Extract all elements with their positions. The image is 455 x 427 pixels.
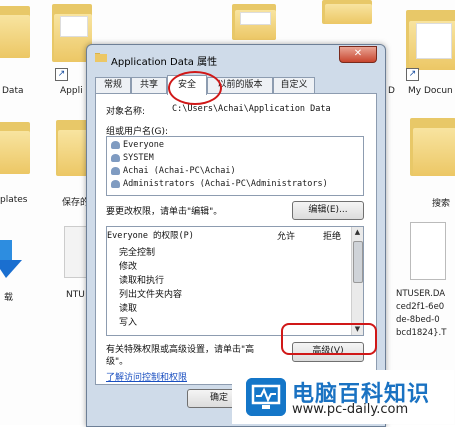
scroll-thumb[interactable]: [353, 241, 363, 283]
deny-header: 拒绝: [323, 232, 342, 242]
folder-icon[interactable]: [0, 6, 30, 58]
desktop-label-appli: Appli: [60, 86, 83, 96]
permission-row: 读取: [119, 304, 138, 314]
desktop-label-sousuo: 搜索: [432, 199, 451, 209]
desktop-label-plates: plates: [0, 195, 28, 205]
special-permissions-text-2: 级"。: [106, 357, 129, 367]
desktop-label-baocun: 保存的: [62, 198, 90, 208]
tab-customize[interactable]: 自定义: [273, 77, 315, 93]
list-item[interactable]: SYSTEM: [111, 153, 154, 163]
download-arrow-icon[interactable]: [0, 240, 26, 280]
shortcut-arrow-icon: ↗: [55, 68, 68, 81]
user-icon: [111, 166, 120, 175]
folder-icon[interactable]: [322, 0, 372, 24]
object-name-label: 对象名称:: [106, 107, 146, 117]
change-permissions-text: 要更改权限，请单击"编辑"。: [106, 207, 223, 217]
edit-button[interactable]: 编辑(E)...: [292, 201, 364, 220]
users-listbox[interactable]: Everyone SYSTEM Achai (Achai-PC\Achai) A…: [106, 136, 364, 196]
user-group-icon: [111, 140, 120, 149]
permission-row: 列出文件夹内容: [119, 290, 183, 300]
folder-icon[interactable]: [56, 120, 88, 176]
shortcut-arrow-icon: ↗: [406, 68, 419, 81]
dialog-title: Application Data 属性: [111, 57, 218, 68]
folder-icon[interactable]: [232, 4, 276, 40]
desktop-label-ntuser-file: NTUSER.DA ced2f1-6e0 de-8bed-0 bcd1824}.…: [396, 289, 447, 338]
desktop: Data plates 载 ↗ Appli 保存的 NTU ↗ D My Doc…: [0, 0, 455, 427]
folder-small-icon: [95, 53, 107, 62]
user-group-icon: [111, 153, 120, 162]
folder-icon[interactable]: [406, 10, 455, 70]
object-name-value: C:\Users\Achai\Application Data: [172, 104, 331, 114]
allow-header: 允许: [277, 232, 296, 242]
permission-row: 完全控制: [119, 248, 156, 258]
permissions-header: Everyone 的权限(P): [107, 231, 194, 241]
folder-icon[interactable]: [0, 122, 30, 174]
permission-row: 读取和执行: [119, 276, 165, 286]
permission-row: 写入: [119, 318, 138, 328]
advanced-highlight-box: [281, 323, 377, 355]
tab-sharing[interactable]: 共享: [131, 77, 167, 93]
desktop-label-my-documents: My Docun: [408, 86, 453, 96]
list-item[interactable]: Everyone: [111, 140, 164, 150]
permissions-scrollbar[interactable]: ▲ ▼: [351, 227, 363, 335]
permission-row: 修改: [119, 262, 138, 272]
pc-daily-logo-icon: [246, 378, 286, 416]
tab-highlight-circle: [168, 71, 222, 105]
desktop-label-d: D: [388, 86, 395, 96]
desktop-label-zai: 载: [4, 293, 14, 303]
list-item[interactable]: Achai (Achai-PC\Achai): [111, 166, 236, 176]
user-group-icon: [111, 179, 120, 188]
learn-access-control-link[interactable]: 了解访问控制和权限: [106, 370, 187, 383]
special-permissions-text-1: 有关特殊权限或高级设置，请单击"高: [106, 345, 255, 355]
watermark-url: www.pc-daily.com: [292, 402, 409, 417]
file-icon[interactable]: [410, 222, 446, 280]
close-button[interactable]: ✕: [339, 46, 377, 63]
dialog-titlebar[interactable]: Application Data 属性 ✕: [87, 45, 385, 71]
permissions-listbox[interactable]: Everyone 的权限(P) 允许 拒绝 完全控制 修改 读取和执行 列出文件…: [106, 226, 364, 336]
desktop-label-data: Data: [2, 86, 24, 96]
tab-general[interactable]: 常规: [95, 77, 131, 93]
desktop-label-ntu: NTU: [66, 290, 85, 300]
folder-icon[interactable]: [410, 118, 455, 176]
list-item[interactable]: Administrators (Achai-PC\Administrators): [111, 179, 328, 189]
scroll-up-icon[interactable]: ▲: [352, 227, 363, 238]
